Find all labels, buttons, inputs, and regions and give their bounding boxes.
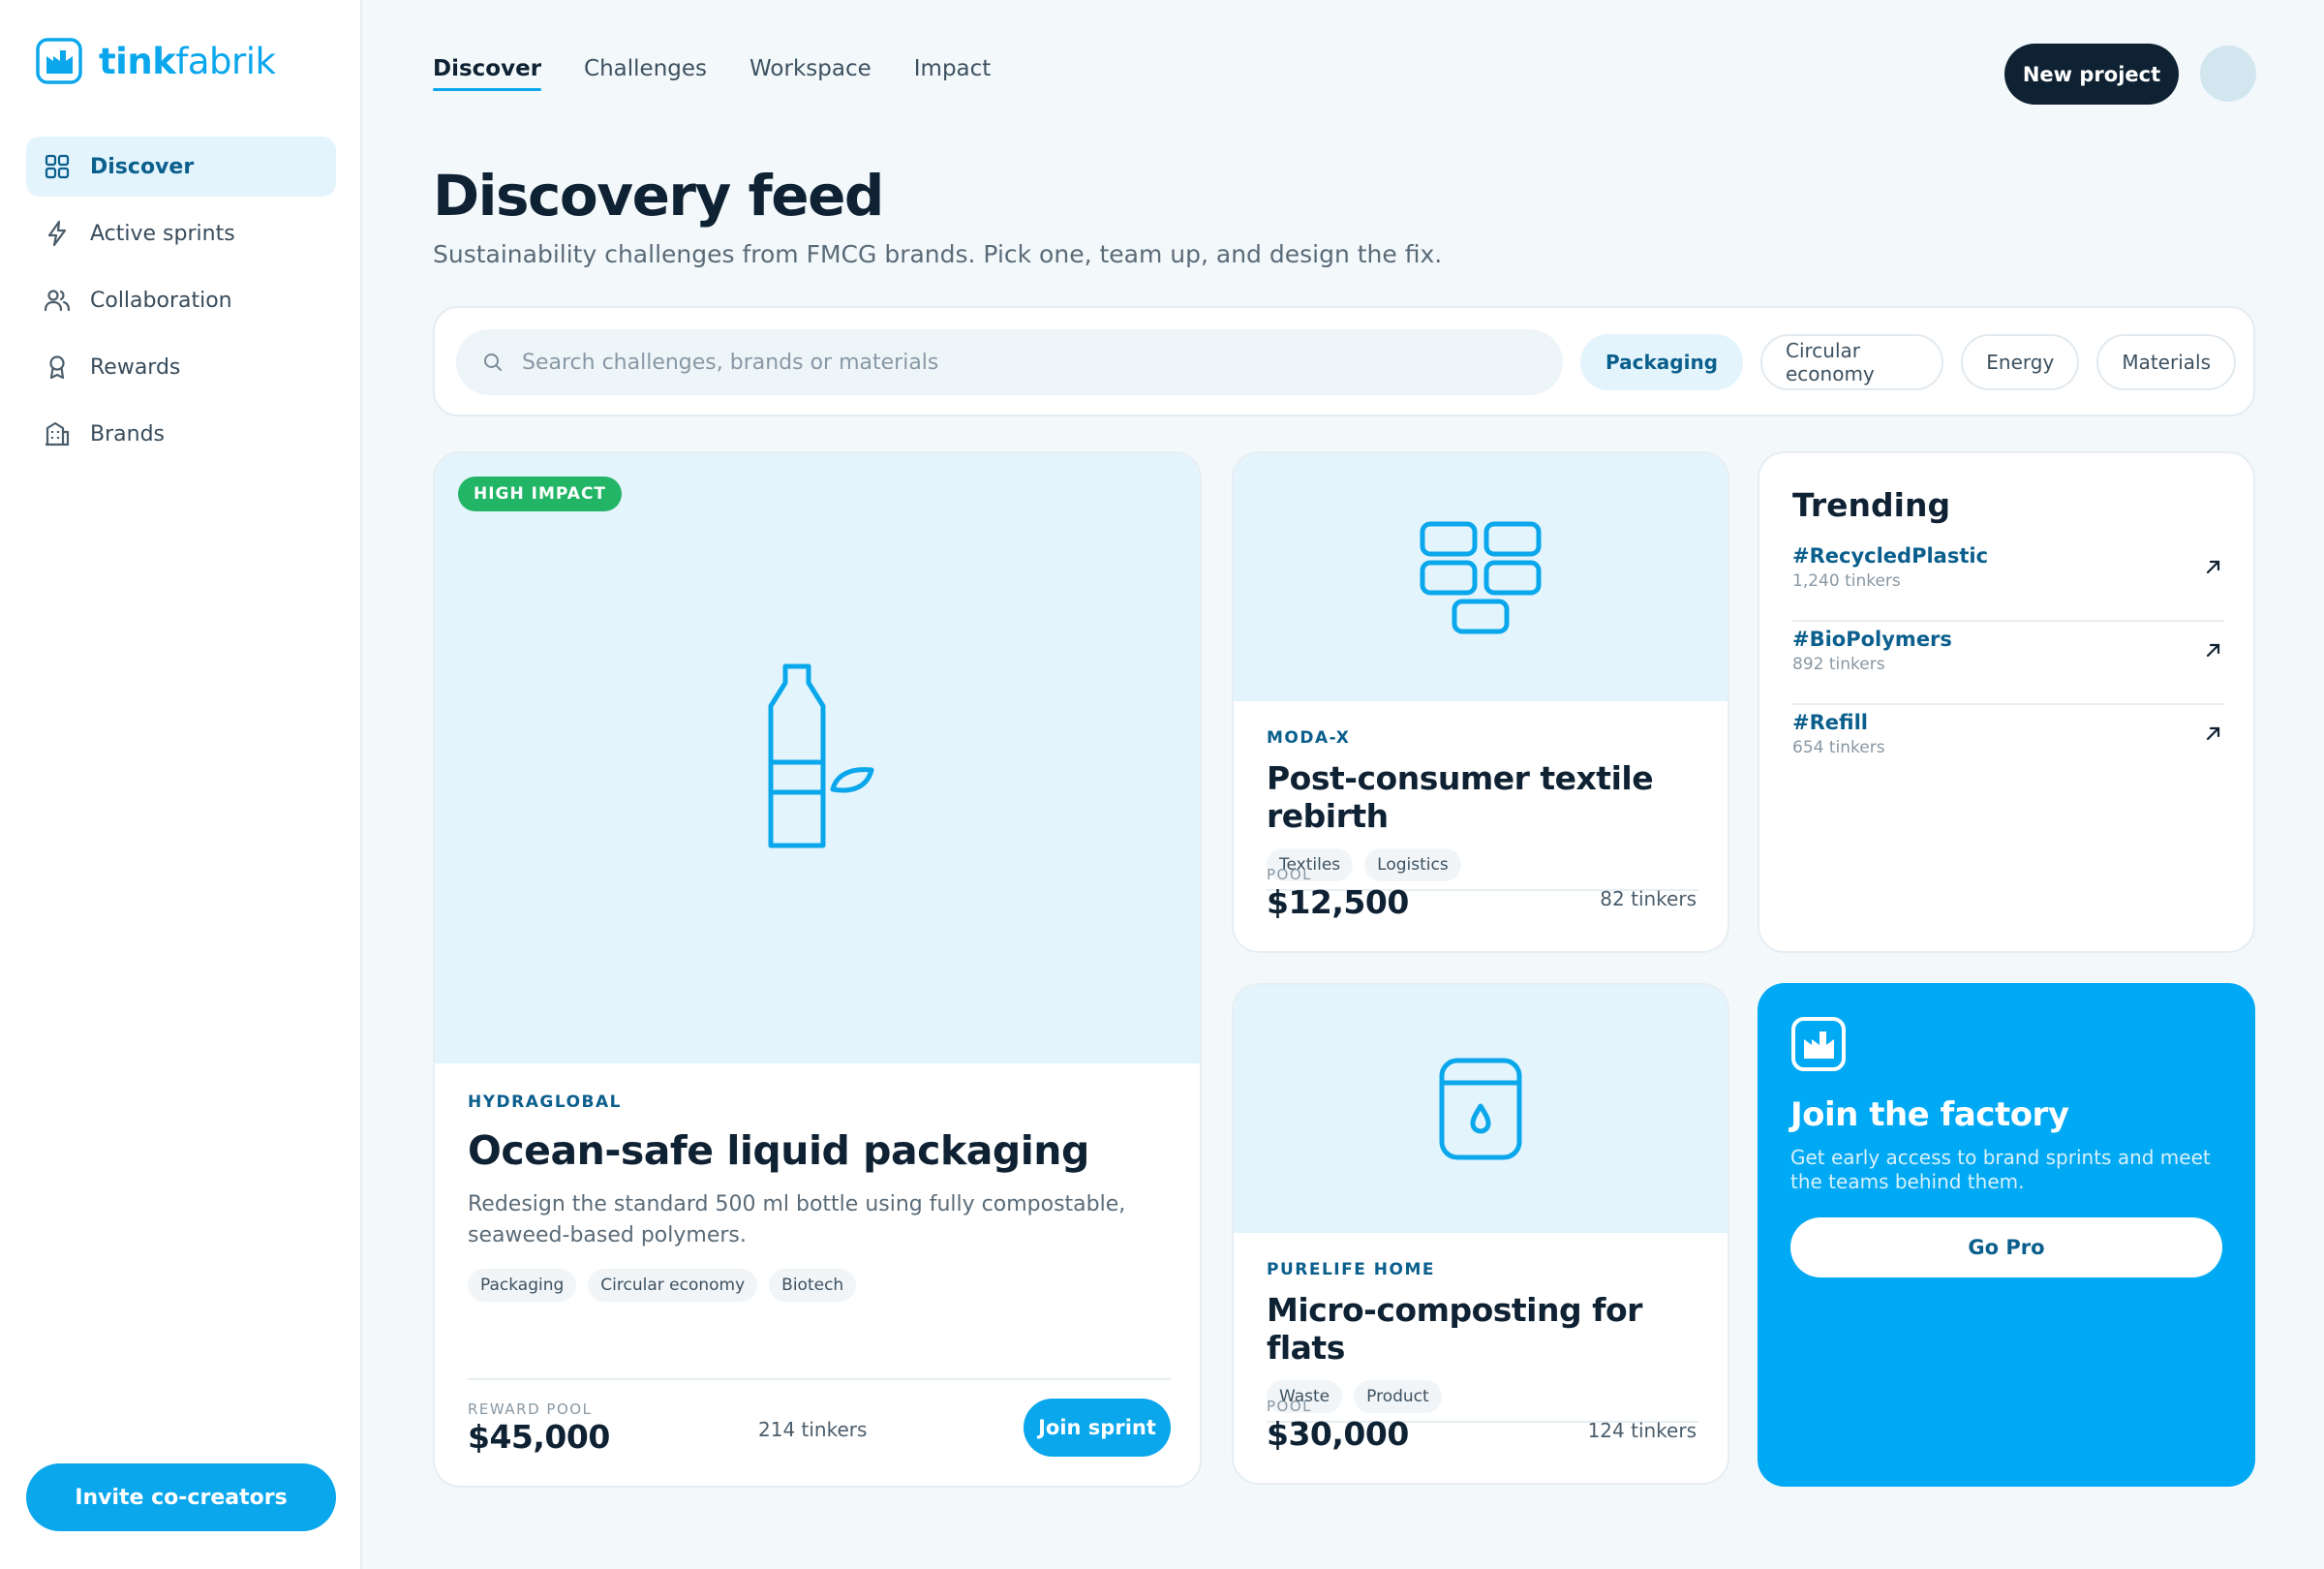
brand-label: MODA-X [1267,728,1351,748]
search-box[interactable] [456,329,1563,395]
card-media [1234,453,1728,701]
bricks-icon [1420,521,1542,634]
brand-name: tinkfabrik [99,40,276,82]
users-icon [44,290,71,312]
sidebar-item-label: Discover [90,154,195,179]
factory-icon [1791,1017,1846,1071]
card-title: Micro-composting for flats [1267,1291,1642,1367]
reward-pool: POOL $30,000 [1267,1398,1409,1453]
join-sprint-button[interactable]: Join sprint [1024,1399,1171,1457]
tag: Packaging [468,1269,577,1302]
trending-card: Trending #RecycledPlastic 1,240 tinkers … [1758,451,2255,953]
sidebar-item-label: Rewards [90,354,181,380]
pool-label: POOL [1267,1398,1313,1415]
grid-icon [45,154,70,179]
trending-count: 892 tinkers [1792,655,1885,674]
reward-pool-amount: $45,000 [468,1418,610,1456]
logo[interactable]: tinkfabrik [35,37,276,85]
award-icon [49,355,65,380]
trending-count: 1,240 tinkers [1792,571,1901,591]
pool-label: POOL [1267,866,1313,883]
filter-chip-materials[interactable]: Materials [2096,334,2236,390]
sidebar-item-rewards[interactable]: Rewards [26,337,336,397]
trending-count: 654 tinkers [1792,738,1885,757]
arrow-up-right-icon [2206,643,2220,658]
compost-bin-icon [1439,1058,1522,1160]
filter-chip-circular-economy[interactable]: Circular economy [1760,334,1944,390]
divider [468,1378,1171,1380]
tinkers-count: 124 tinkers [1587,1419,1697,1442]
pool-amount: $12,500 [1267,883,1409,921]
new-project-button[interactable]: New project [2004,44,2179,105]
reward-pool-label: REWARD POOL [468,1400,593,1418]
trending-item[interactable]: #RecycledPlastic 1,240 tinkers [1792,538,2224,622]
card-media [1234,985,1728,1233]
page-subtitle: Sustainability challenges from FMCG bran… [433,240,1443,268]
trending-tag: #RecycledPlastic [1792,544,1989,568]
card-media: HIGH IMPACT [435,453,1200,1063]
challenge-card-compost[interactable]: PURELIFE HOME Micro-composting for flats… [1232,983,1729,1485]
factory-logo-icon [36,38,82,84]
sidebar-item-label: Brands [90,421,165,446]
tag: Circular economy [588,1269,758,1302]
featured-challenge-card[interactable]: HIGH IMPACT HYDRAGLOBAL Ocean-safe liqui… [433,451,1202,1488]
challenge-card-textile[interactable]: MODA-X Post-consumer textile rebirth Tex… [1232,451,1729,953]
brand-label: HYDRAGLOBAL [468,1092,622,1112]
trending-title: Trending [1792,486,1951,524]
trending-tag: #BioPolymers [1792,628,1952,651]
filter-chips: Packaging Circular economy Energy Materi… [1580,334,2253,390]
tab-discover[interactable]: Discover [433,56,542,91]
search-icon [484,354,502,371]
filter-chip-packaging[interactable]: Packaging [1580,334,1743,390]
trending-item[interactable]: #BioPolymers 892 tinkers [1792,622,2224,705]
page-title: Discovery feed [433,163,884,229]
tab-impact[interactable]: Impact [914,56,992,91]
search-panel: Packaging Circular economy Energy Materi… [433,306,2255,416]
card-description: Redesign the standard 500 ml bottle usin… [468,1192,1126,1247]
arrow-up-right-icon [2206,726,2220,741]
top-nav: Discover Challenges Workspace Impact [433,56,1033,91]
brand-label: PURELIFE HOME [1267,1260,1435,1279]
sidebar: tinkfabrik Discover Active sprints Colla… [0,0,362,1569]
lightning-icon [47,220,67,247]
arrow-up-right-icon [2206,560,2220,574]
tag-list: Packaging Circular economy Biotech [468,1269,1171,1302]
sidebar-item-discover[interactable]: Discover [26,137,336,197]
tinkers-count: 82 tinkers [1600,887,1697,910]
high-impact-badge: HIGH IMPACT [458,477,623,511]
avatar[interactable] [2200,46,2256,102]
reward-pool: POOL $12,500 [1267,866,1409,921]
promo-card: Join the factory Get early access to bra… [1758,983,2255,1487]
invite-co-creators-button[interactable]: Invite co-creators [26,1463,336,1531]
card-title: Ocean-safe liquid packaging [468,1127,1089,1174]
search-input[interactable] [522,350,1539,375]
trending-item[interactable]: #Refill 654 tinkers [1792,705,2224,788]
tinkers-count: 214 tinkers [758,1418,868,1441]
card-body: HYDRAGLOBAL Ocean-safe liquid packaging … [468,1092,1171,1302]
bottle-leaf-icon [768,663,874,848]
sidebar-item-label: Collaboration [90,288,232,313]
tab-workspace[interactable]: Workspace [749,56,872,91]
go-pro-button[interactable]: Go Pro [1790,1217,2222,1277]
trending-tag: #Refill [1792,711,1868,734]
sidebar-item-brands[interactable]: Brands [26,404,336,464]
tab-challenges[interactable]: Challenges [584,56,707,91]
trending-list: #RecycledPlastic 1,240 tinkers #BioPolym… [1792,538,2224,788]
tag: Biotech [769,1269,857,1302]
sidebar-item-active-sprints[interactable]: Active sprints [26,203,336,263]
promo-description: Get early access to brand sprints and me… [1790,1146,2211,1193]
card-title: Post-consumer textile rebirth [1267,759,1654,835]
sidebar-nav: Discover Active sprints Collaboration Re… [26,137,336,471]
building-icon [46,421,70,446]
promo-title: Join the factory [1790,1095,2069,1134]
sidebar-item-label: Active sprints [90,221,235,246]
filter-chip-energy[interactable]: Energy [1961,334,2080,390]
sidebar-item-collaboration[interactable]: Collaboration [26,270,336,330]
pool-amount: $30,000 [1267,1415,1409,1453]
reward-pool: REWARD POOL $45,000 [468,1400,610,1456]
